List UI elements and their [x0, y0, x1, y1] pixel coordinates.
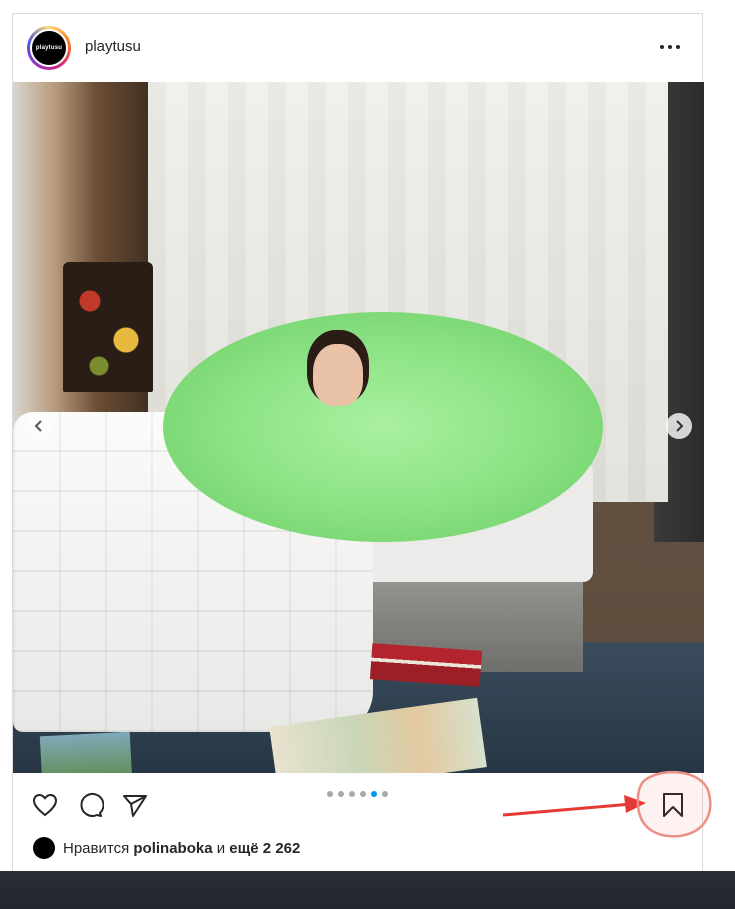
- post-card: playtusu playtusu Нравится polinaboka и …: [12, 13, 704, 871]
- likes-prefix: Нравится: [63, 839, 130, 857]
- carousel-prev-button[interactable]: [26, 413, 52, 439]
- post-photo[interactable]: [13, 82, 704, 773]
- likes-conj: и: [216, 839, 226, 857]
- likes-count[interactable]: ещё 2 262: [229, 840, 300, 857]
- avatar-text: playtusu: [35, 45, 63, 51]
- carousel-dot: [338, 791, 344, 797]
- carousel-next-button[interactable]: [666, 413, 692, 439]
- post-header: playtusu playtusu: [13, 14, 702, 82]
- liker-avatar[interactable]: [33, 837, 55, 859]
- more-options-icon[interactable]: [660, 36, 684, 56]
- chevron-right-icon: [676, 420, 684, 432]
- comment-button[interactable]: [76, 791, 105, 819]
- chevron-left-icon: [34, 420, 42, 432]
- comment-icon: [80, 793, 105, 817]
- send-icon: [123, 795, 147, 817]
- username[interactable]: playtusu: [85, 38, 141, 55]
- share-button[interactable]: [121, 791, 149, 819]
- like-button[interactable]: [31, 791, 59, 819]
- avatar[interactable]: playtusu: [30, 29, 68, 67]
- save-button[interactable]: [659, 791, 687, 819]
- carousel-dot: [349, 791, 355, 797]
- story-ring[interactable]: playtusu: [27, 26, 71, 70]
- carousel-dot: [327, 791, 333, 797]
- heart-icon: [32, 793, 58, 817]
- carousel-dot: [360, 791, 366, 797]
- liker-username[interactable]: polinaboka: [133, 840, 212, 857]
- post-actions: [13, 773, 702, 833]
- likes-summary: Нравится polinaboka и ещё 2 262: [33, 836, 300, 860]
- bottom-bar: [0, 871, 735, 909]
- bookmark-icon: [663, 793, 683, 817]
- carousel-dot: [371, 791, 377, 797]
- carousel-dot: [382, 791, 388, 797]
